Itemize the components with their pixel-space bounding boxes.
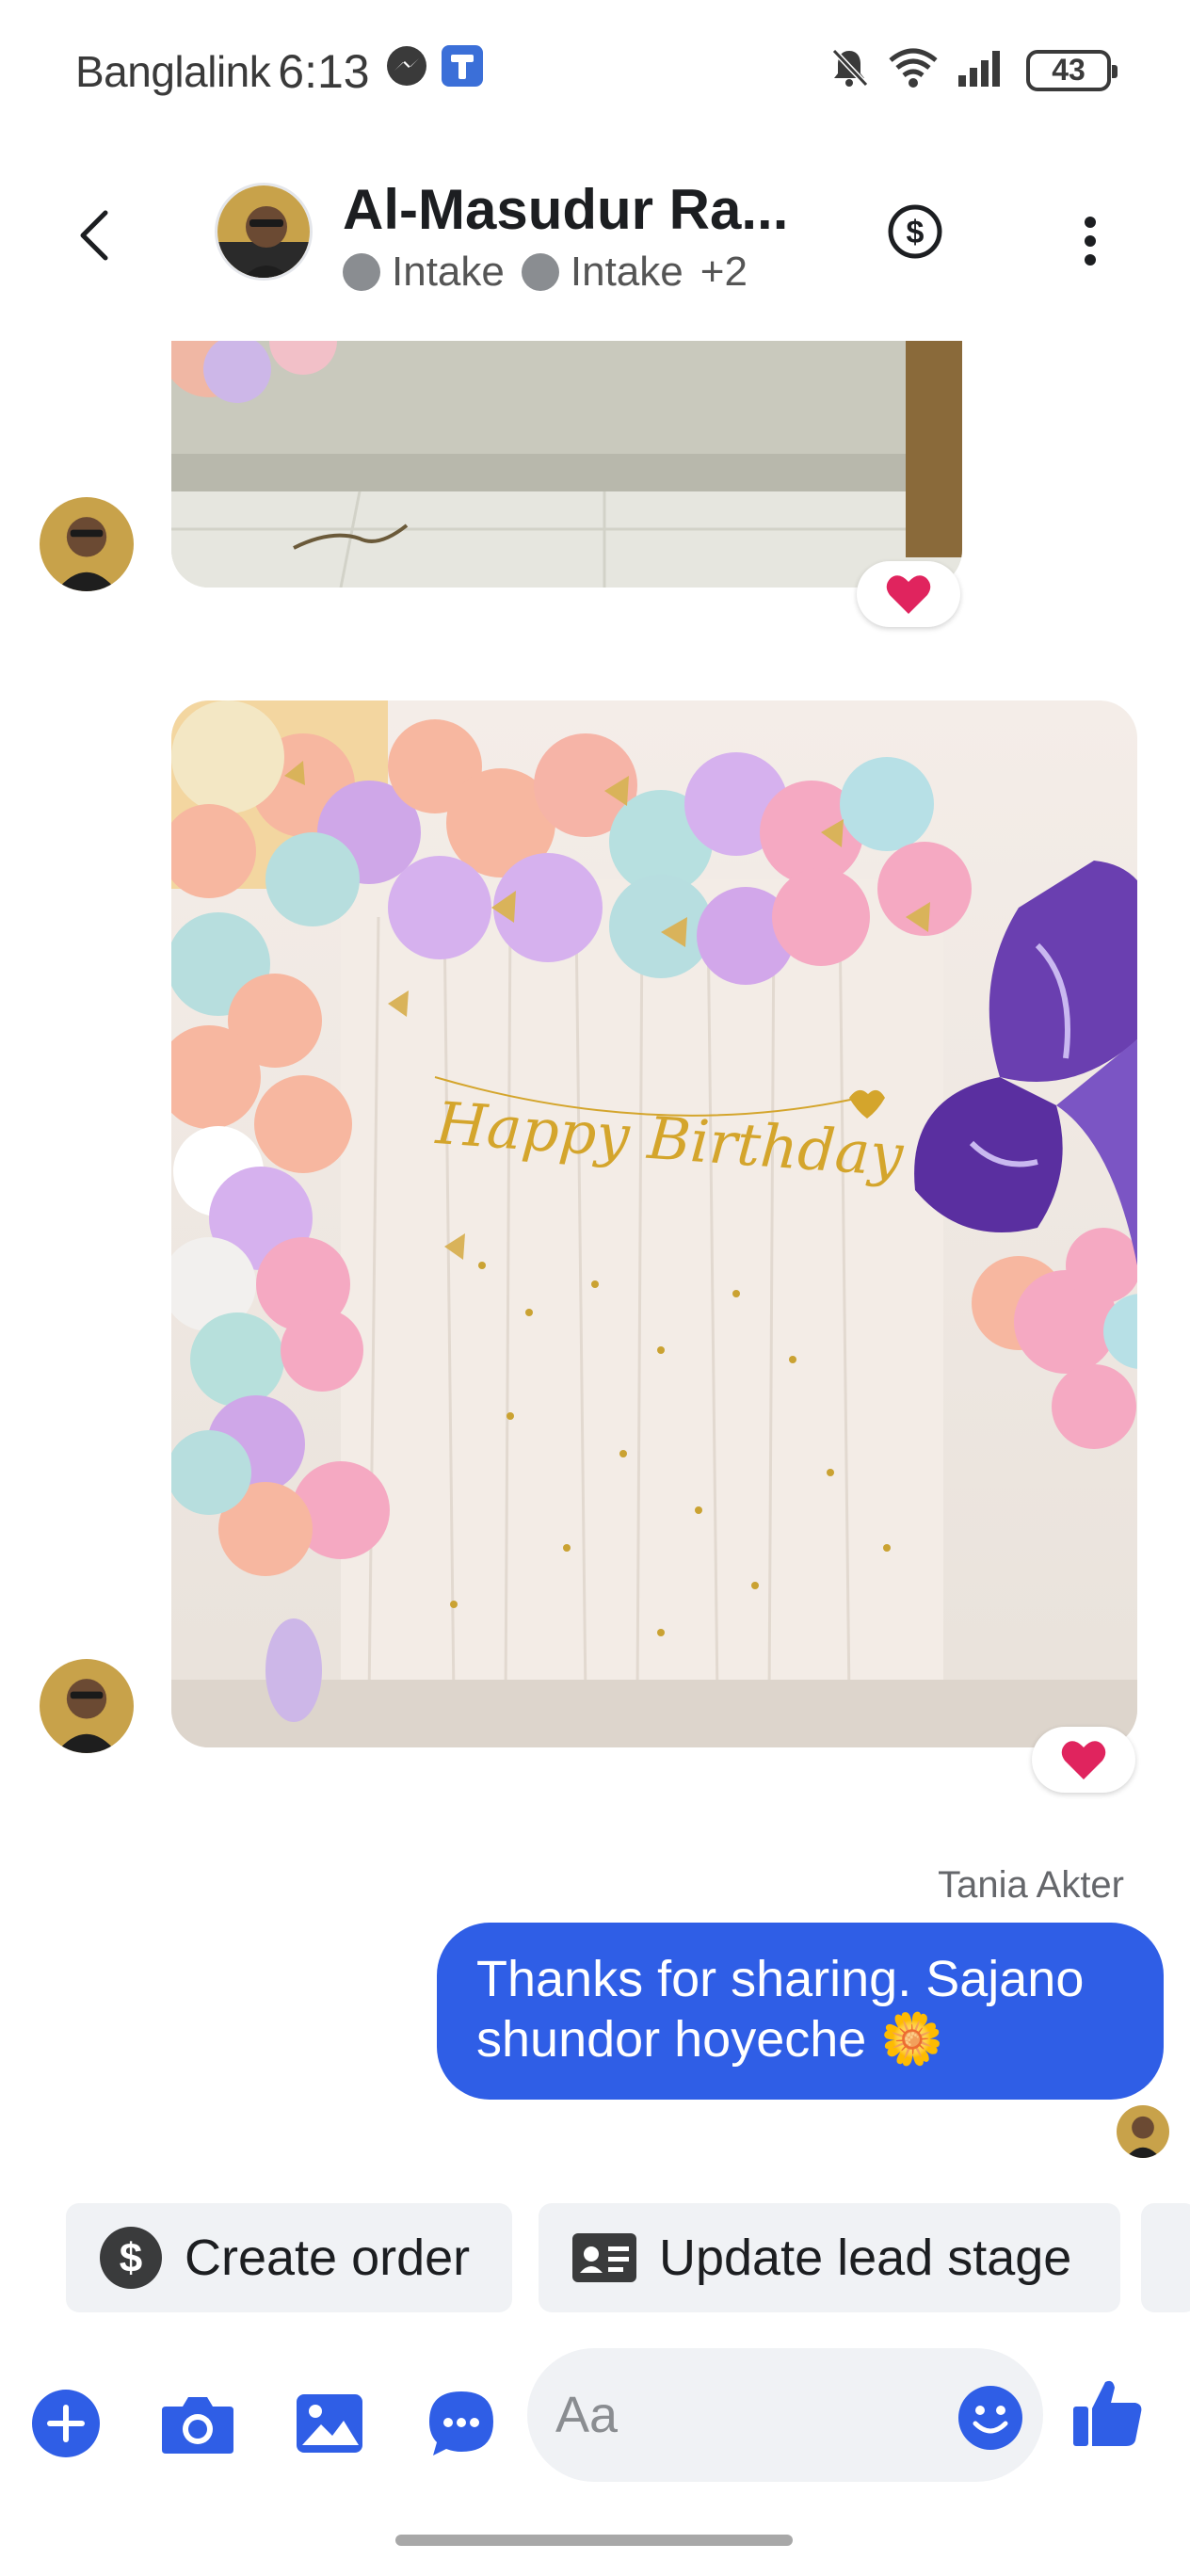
update-lead-stage-label: Update lead stage: [659, 2230, 1072, 2286]
plus-circle-icon: [32, 2390, 100, 2457]
image-message[interactable]: Happy Birthday: [171, 700, 1137, 1747]
update-lead-stage-button[interactable]: Update lead stage: [539, 2203, 1120, 2312]
status-bar: Banglalink 6:13 43: [0, 0, 1190, 151]
quick-replies-button[interactable]: [424, 2386, 499, 2461]
chevron-left-icon: [80, 210, 108, 261]
status-right: 43: [828, 47, 1118, 93]
like-button[interactable]: [1069, 2375, 1154, 2459]
sender-avatar[interactable]: [40, 497, 134, 591]
message-composer: [0, 2348, 1190, 2489]
smiley-icon: [958, 2386, 1022, 2450]
payment-button[interactable]: $: [887, 203, 943, 265]
heart-icon: [886, 575, 931, 614]
tag-label: Intake: [392, 249, 505, 295]
sender-name: Tania Akter: [938, 1864, 1124, 1906]
seen-by-avatar: [1117, 2105, 1169, 2158]
chat-bubble-dots-icon: [429, 2391, 493, 2455]
contact-card-icon: [571, 2231, 638, 2284]
home-indicator[interactable]: [395, 2535, 793, 2546]
vertical-dots-icon: [1085, 217, 1096, 266]
chat-header: Al-Masudur Ra... Intake Intake +2 $: [0, 151, 1190, 339]
tag-dot-icon: [521, 253, 559, 291]
dollar-circle-icon: $: [888, 204, 942, 259]
message-text-line: Thanks for sharing. Sajano: [476, 1951, 1085, 2007]
heart-reaction[interactable]: [1032, 1727, 1135, 1793]
clock: 6:13: [278, 44, 370, 98]
mute-icon: [828, 47, 870, 93]
quick-actions-bar[interactable]: $ Create order Update lead stage: [0, 2203, 1190, 2316]
outgoing-message-bubble[interactable]: Thanks for sharing. Sajano shundor hoyec…: [437, 1923, 1164, 2100]
signal-icon: [957, 47, 1009, 93]
image-message[interactable]: [171, 341, 962, 588]
contact-name[interactable]: Al-Masudur Ra...: [343, 177, 788, 242]
more-quick-action-chip[interactable]: [1141, 2203, 1190, 2312]
image-icon: [297, 2394, 362, 2453]
status-left: Banglalink 6:13: [75, 43, 485, 99]
emoji-button[interactable]: [957, 2384, 1024, 2452]
create-order-label: Create order: [185, 2230, 471, 2286]
messenger-notification-icon: [385, 44, 428, 98]
more-options-button[interactable]: [1062, 203, 1118, 279]
add-button[interactable]: [28, 2386, 104, 2461]
battery-indicator: 43: [1026, 49, 1118, 91]
camera-button[interactable]: [160, 2386, 235, 2461]
message-text-line: shundor hoyeche: [476, 2011, 867, 2068]
thumbs-up-icon: [1073, 2380, 1142, 2446]
back-button[interactable]: [56, 198, 132, 273]
heart-reaction[interactable]: [857, 561, 960, 627]
tags-more[interactable]: +2: [700, 249, 748, 296]
app-notification-icon: [440, 43, 485, 99]
gallery-button[interactable]: [292, 2386, 367, 2461]
lead-tags[interactable]: Intake Intake +2: [343, 249, 748, 296]
tag-dot-icon: [343, 253, 380, 291]
svg-text:$: $: [907, 215, 925, 250]
wifi-icon: [887, 47, 940, 93]
message-list[interactable]: Happy Birthday Tania Akter Thanks for sh…: [0, 341, 1190, 2158]
camera-icon: [162, 2397, 233, 2454]
heart-icon: [1061, 1741, 1106, 1779]
create-order-button[interactable]: $ Create order: [66, 2203, 512, 2312]
contact-avatar[interactable]: [215, 183, 313, 281]
dollar-icon: $: [98, 2225, 164, 2291]
tag[interactable]: Intake: [343, 249, 505, 296]
flower-emoji: 🌼: [880, 2011, 944, 2068]
tag[interactable]: Intake: [521, 249, 683, 296]
sender-avatar[interactable]: [40, 1659, 134, 1753]
tag-label: Intake: [570, 249, 683, 295]
carrier-name: Banglalink: [75, 46, 271, 96]
svg-text:$: $: [120, 2235, 142, 2281]
